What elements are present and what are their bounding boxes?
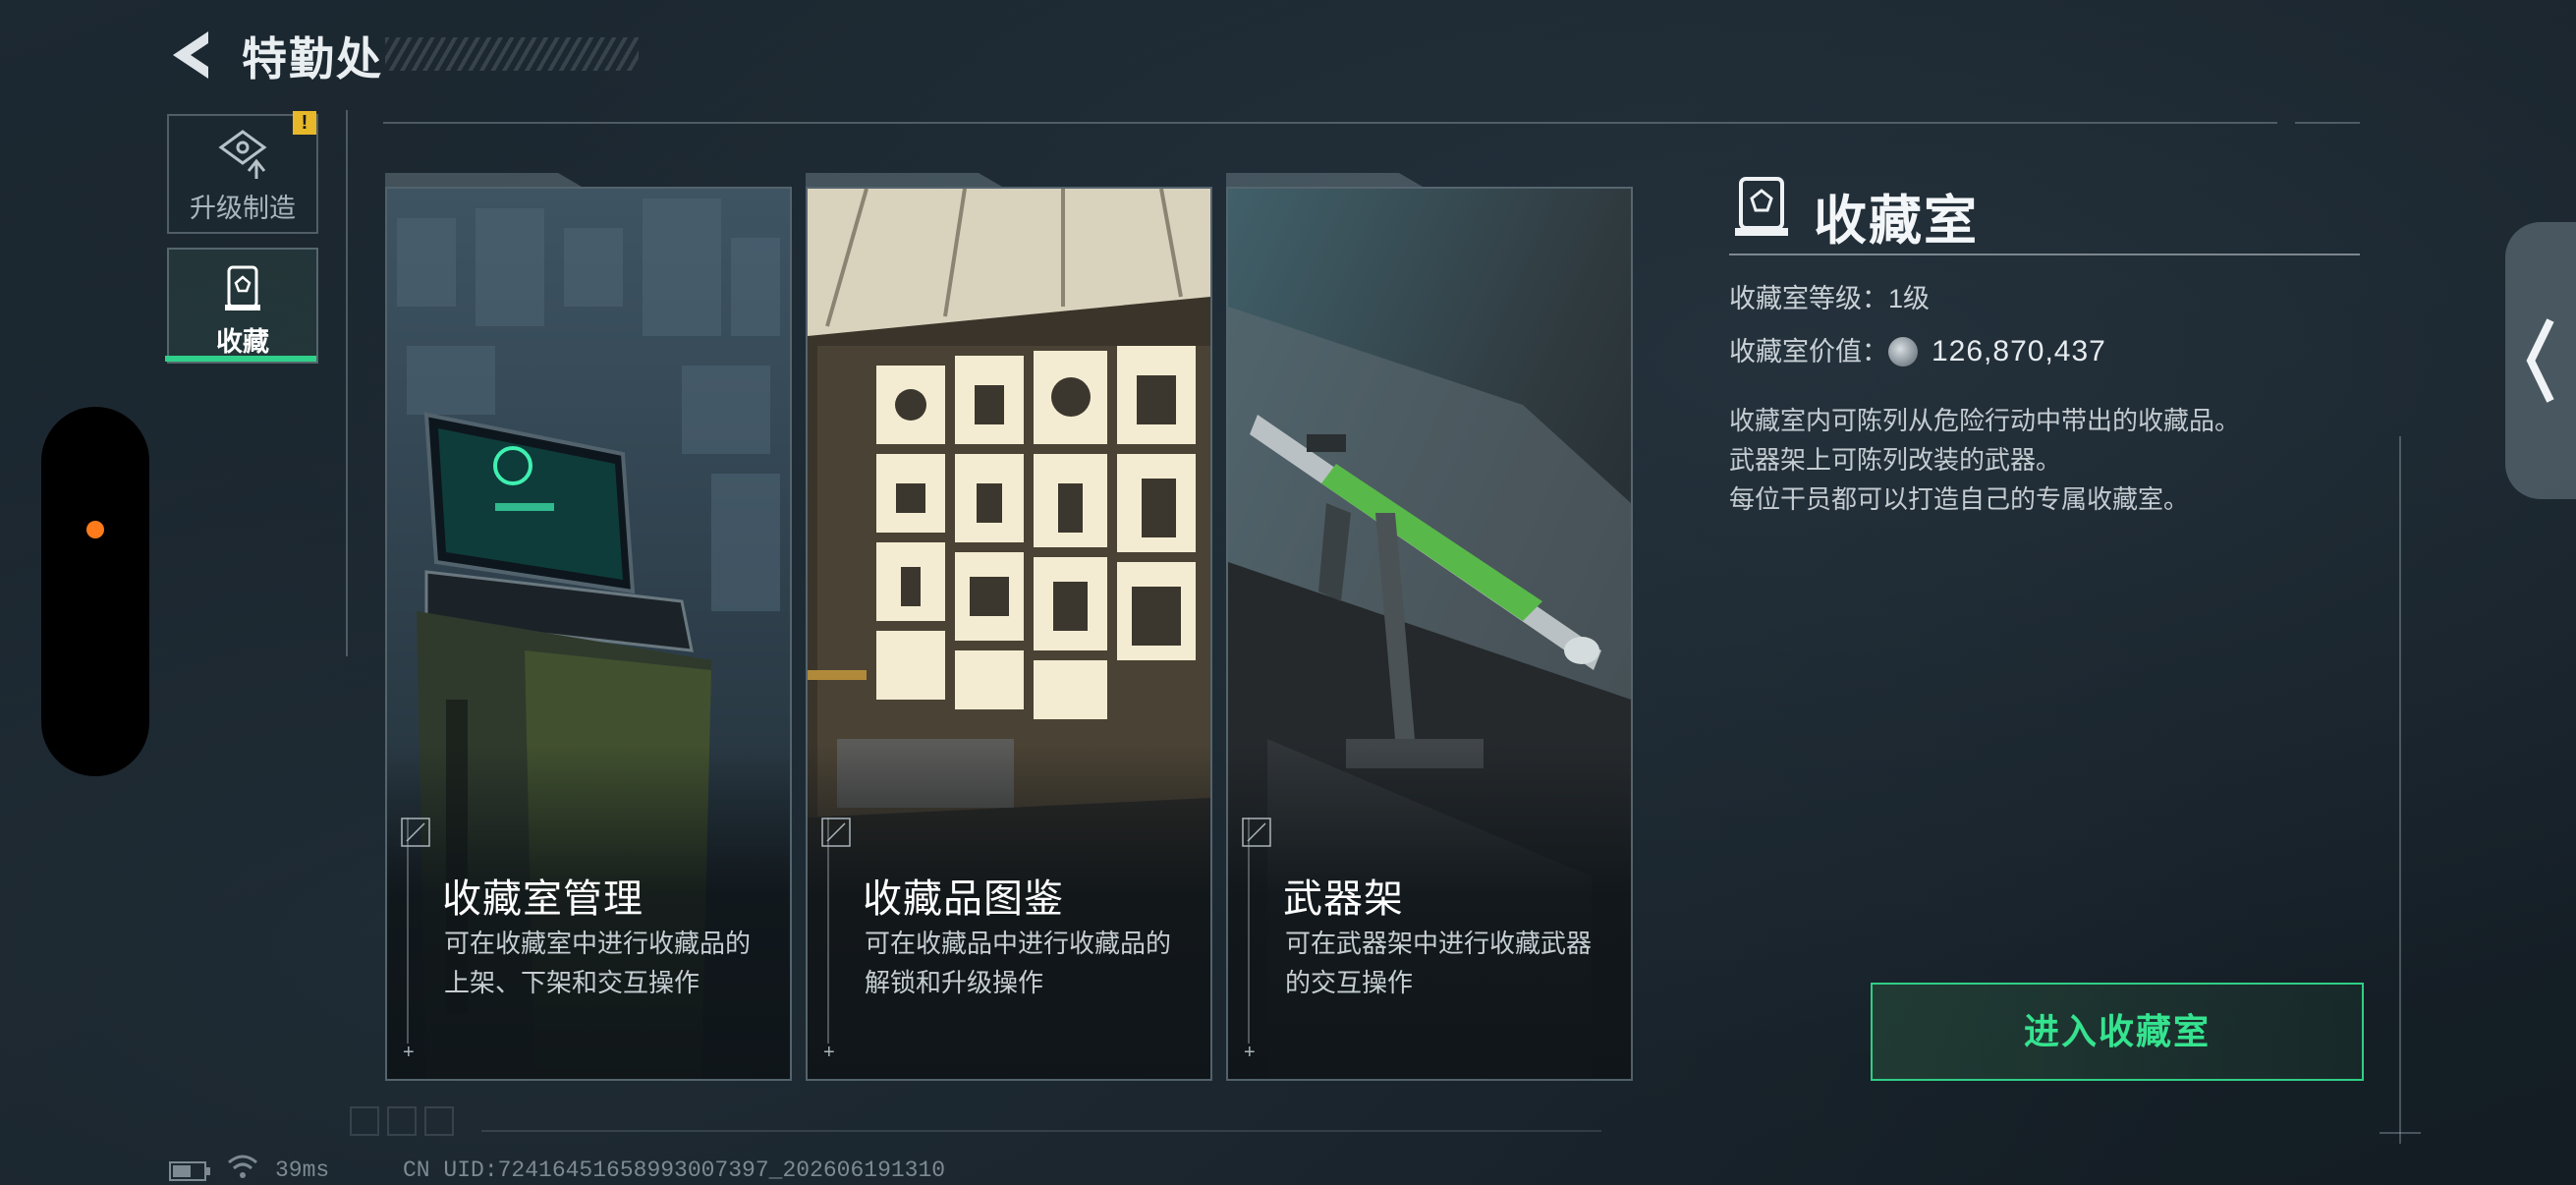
plus-icon: +: [1244, 1042, 1256, 1063]
card-title: 武器架: [1283, 877, 1404, 921]
info-description: 收藏室内可陈列从危险行动中带出的收藏品。 武器架上可陈列改装的武器。 每位干员都…: [1729, 401, 2240, 519]
card-marker: [1248, 818, 1250, 1044]
expand-icon: [1242, 818, 1271, 847]
card-description: 可在收藏室中进行收藏品的 上架、下架和交互操作: [444, 924, 768, 1002]
nav-label-collection: 收藏: [216, 327, 269, 357]
corner-mark: [2380, 1132, 2421, 1134]
expand-icon: [821, 818, 851, 847]
plus-icon: +: [403, 1042, 415, 1063]
deco-square: [350, 1106, 379, 1136]
collection-level: 收藏室等级：1级: [1729, 284, 1931, 313]
card-weapon-rack[interactable]: 武器架 可在武器架中进行收藏武器 的交互操作 +: [1226, 187, 1633, 1081]
collection-value: 126,870,437: [1932, 335, 2106, 367]
card-marker: [407, 818, 409, 1044]
info-title: 收藏室: [1814, 192, 1979, 251]
upgrade-icon: [218, 130, 267, 179]
deco-square: [424, 1106, 454, 1136]
back-button[interactable]: [165, 28, 220, 83]
card-description: 可在收藏品中进行收藏品的 解锁和升级操作: [865, 924, 1189, 1002]
ping-readout: 39ms: [275, 1157, 330, 1183]
card-collection-catalog[interactable]: 收藏品图鉴 可在收藏品中进行收藏品的 解锁和升级操作 +: [806, 187, 1212, 1081]
coin-icon: [1888, 337, 1918, 367]
wifi-icon: [228, 1155, 257, 1178]
card-description: 可在武器架中进行收藏武器 的交互操作: [1285, 924, 1609, 1002]
card-title: 收藏室管理: [442, 877, 644, 921]
card-description-line: 可在收藏品中进行收藏品的: [865, 929, 1172, 958]
info-description-line: 收藏室内可陈列从危险行动中带出的收藏品。: [1729, 406, 2241, 435]
user-uid: CN UID:72416451658993007397_202606191310: [403, 1157, 946, 1183]
collection-room-icon: [1735, 177, 1788, 236]
card-description-line: 可在武器架中进行收藏武器: [1285, 929, 1593, 958]
card-title: 收藏品图鉴: [863, 877, 1064, 921]
deco-square: [387, 1106, 417, 1136]
card-marker: [827, 818, 829, 1044]
collection-value-label: 收藏室价值：: [1729, 337, 1888, 367]
back-arrow-icon: [173, 31, 208, 79]
nav-item-collection[interactable]: 收藏: [167, 248, 318, 364]
card-description-line: 上架、下架和交互操作: [444, 968, 700, 997]
card-tab: [1226, 173, 1423, 187]
bottom-rule: [481, 1130, 1601, 1132]
active-indicator: [165, 356, 316, 362]
collection-icon: [225, 265, 260, 310]
page-title: 特勤处: [242, 33, 383, 85]
card-tab: [806, 173, 1002, 187]
enter-collection-room-button[interactable]: 进入收藏室: [1871, 983, 2364, 1081]
card-collection-room-management[interactable]: 收藏室管理 可在收藏室中进行收藏品的 上架、下架和交互操作 +: [385, 187, 792, 1081]
info-description-line: 每位干员都可以打造自己的专属收藏室。: [1729, 484, 2190, 514]
top-rule-end: [2295, 122, 2360, 124]
card-description-line: 解锁和升级操作: [865, 968, 1044, 997]
title-decoration: [385, 37, 639, 71]
side-indicator-dot: [86, 521, 104, 538]
side-handle[interactable]: [41, 407, 149, 776]
nav-label-upgrade: 升级制造: [190, 194, 296, 223]
info-description-line: 武器架上可陈列改装的武器。: [1729, 445, 2062, 475]
card-description-line: 的交互操作: [1285, 968, 1414, 997]
warning-badge: !: [293, 111, 316, 135]
left-rule: [346, 110, 348, 656]
info-divider: [1729, 254, 2360, 255]
right-rule: [2399, 436, 2401, 1144]
expand-icon: [401, 818, 430, 847]
card-tab: [385, 173, 582, 187]
right-panel-handle[interactable]: [2505, 222, 2576, 499]
battery-icon: [169, 1161, 210, 1181]
chevron-left-icon: [2526, 318, 2554, 403]
card-description-line: 可在收藏室中进行收藏品的: [444, 929, 752, 958]
plus-icon: +: [823, 1042, 835, 1063]
collection-value-row: 收藏室价值： 126,870,437: [1729, 330, 2106, 368]
top-rule: [383, 122, 2277, 124]
